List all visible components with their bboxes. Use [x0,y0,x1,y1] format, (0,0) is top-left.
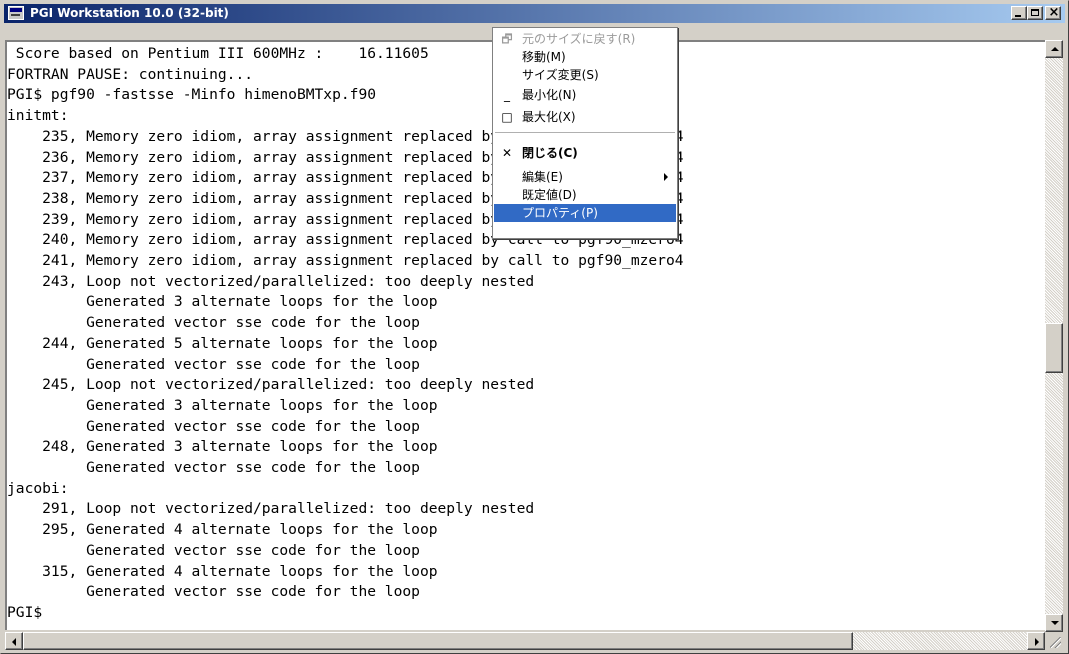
console-line: Generated vector sse code for the loop [7,583,420,601]
menu-item-3[interactable]: _ 最小化(N) [494,86,676,104]
scroll-left-button[interactable] [5,632,23,650]
console-line: jacobi: [7,479,69,497]
console-line: Generated vector sse code for the loop [7,459,420,476]
console-line: Generated 3 alternate loops for the loop [7,396,438,414]
close-button[interactable]: × [1045,5,1061,20]
vertical-scroll-thumb[interactable] [1045,323,1063,373]
menu-item-label: プロパティ(P) [522,206,598,220]
window-title: PGI Workstation 10.0 (32-bit) [30,6,229,20]
scroll-up-button[interactable] [1045,40,1063,58]
menu-item-label: サイズ変更(S) [522,68,599,82]
horizontal-scrollbar[interactable] [5,632,1045,650]
close-icon: × [1048,5,1060,20]
console-line: Generated vector sse code for the loop [7,417,420,435]
console-line: FORTRAN PAUSE: continuing... [7,65,254,83]
console-line: 244, Generated 5 alternate loops for the… [7,334,438,352]
title-bar[interactable]: PGI Workstation 10.0 (32-bit) × [4,4,1065,23]
console-line: Generated 3 alternate loops for the loop [7,293,438,311]
maximize-icon: □ [501,110,513,124]
resize-grip[interactable] [1045,632,1063,650]
arrow-down-icon [1051,621,1059,625]
menu-item-label: 移動(M) [522,50,566,64]
menu-item-label: 最小化(N) [522,88,577,102]
menu-item-label: 元のサイズに戻す(R) [522,32,636,46]
menu-separator [495,132,675,133]
submenu-arrow-icon [664,173,668,181]
minimize-icon: _ [504,88,510,102]
maximize-icon [1031,9,1039,16]
console-line: Generated vector sse code for the loop [7,314,420,332]
console-line: 295, Generated 4 alternate loops for the… [7,521,438,539]
app-icon[interactable] [8,6,24,20]
scroll-down-button[interactable] [1045,614,1063,632]
menu-item-2[interactable]: サイズ変更(S) [494,66,676,84]
maximize-button[interactable] [1027,6,1043,20]
menu-item-label: 最大化(X) [522,110,576,124]
console-line: PGI$ pgf90 -fastsse -Minfo himenoBMTxp.f… [7,86,377,104]
menu-item-8[interactable]: プロパティ(P) [494,204,676,222]
arrow-right-icon [1035,638,1039,646]
console-line: initmt: [7,107,69,125]
menu-item-label: 編集(E) [522,170,563,184]
scroll-right-button[interactable] [1027,632,1045,650]
menu-item-label: 既定値(D) [522,188,577,202]
close-icon: ✕ [501,146,513,160]
console-line: 241, Memory zero idiom, array assignment… [7,252,684,269]
minimize-icon [1015,15,1021,17]
restore-icon: 🗗 [501,32,513,46]
menu-item-1[interactable]: 移動(M) [494,48,676,66]
horizontal-scroll-thumb[interactable] [23,632,853,650]
console-line: 245, Loop not vectorized/parallelized: t… [7,376,535,394]
vertical-scrollbar[interactable] [1045,40,1063,632]
arrow-left-icon [12,638,16,646]
menu-item-0[interactable]: 🗗 元のサイズに戻す(R) [494,30,676,48]
system-menu: 🗗 元のサイズに戻す(R) 移動(M) サイズ変更(S) _ 最小化(N) □ 最大化(X) ✕… [492,27,678,239]
arrow-up-icon [1051,47,1059,51]
console-line: Generated vector sse code for the loop [7,355,420,373]
menu-item-4[interactable]: □ 最大化(X) [494,108,676,126]
console-line: PGI$ [7,603,43,621]
console-line: 315, Generated 4 alternate loops for the… [7,562,438,580]
console-line: Generated vector sse code for the loop [7,541,420,559]
console-line: 291, Loop not vectorized/parallelized: t… [7,500,535,518]
menu-item-6[interactable]: 編集(E) [494,168,676,186]
menu-item-label: 閉じる(C) [522,146,578,160]
console-line: Score based on Pentium III 600MHz : 16.1… [7,45,429,62]
minimize-button[interactable] [1011,6,1027,20]
console-line: 243, Loop not vectorized/parallelized: t… [7,272,535,290]
menu-item-7[interactable]: 既定値(D) [494,186,676,204]
console-line: 248, Generated 3 alternate loops for the… [7,438,438,456]
menu-item-5[interactable]: ✕ 閉じる(C) [494,144,676,162]
